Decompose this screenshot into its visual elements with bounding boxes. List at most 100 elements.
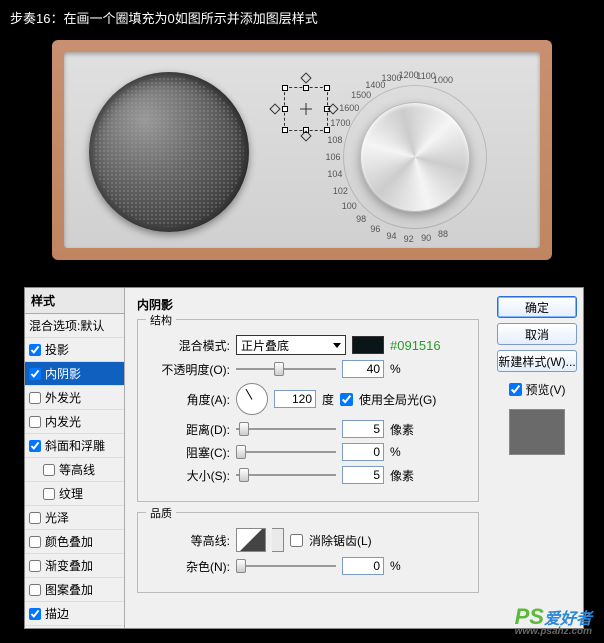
style-checkbox[interactable]	[29, 440, 41, 452]
contour-picker[interactable]	[236, 528, 266, 552]
angle-input[interactable]	[274, 390, 316, 408]
dial-number: 90	[421, 233, 431, 243]
style-item-内发光[interactable]: 内发光	[25, 410, 124, 434]
style-checkbox[interactable]	[43, 488, 55, 500]
distance-label: 距离(D):	[150, 421, 230, 438]
style-item-颜色叠加[interactable]: 颜色叠加	[25, 530, 124, 554]
global-light-checkbox[interactable]	[340, 393, 353, 406]
chevron-down-icon	[333, 343, 341, 348]
quality-legend: 品质	[146, 505, 176, 521]
center-point-icon[interactable]	[300, 103, 312, 115]
contour-dropdown[interactable]	[272, 528, 284, 552]
shadow-color-swatch[interactable]	[352, 336, 384, 354]
settings-panel: 内阴影 结构 混合模式: 正片叠底 #091516 不透明度(O): % 角度(…	[125, 288, 491, 628]
style-label: 渐变叠加	[45, 557, 93, 574]
style-checkbox[interactable]	[29, 608, 41, 620]
handle-tl[interactable]	[282, 85, 288, 91]
angle-dial[interactable]	[236, 383, 268, 415]
dial-number: 94	[386, 231, 396, 241]
dial-number: 108	[327, 135, 342, 145]
percent-unit3: %	[390, 559, 401, 573]
px-unit2: 像素	[390, 467, 414, 484]
contour-label: 等高线:	[150, 532, 230, 549]
panel-title: 内阴影	[137, 296, 479, 313]
blend-options-row[interactable]: 混合选项:默认	[25, 314, 124, 338]
style-label: 斜面和浮雕	[45, 437, 105, 454]
style-checkbox[interactable]	[29, 512, 41, 524]
size-input[interactable]	[342, 466, 384, 484]
radio-panel: 8890929496981001021041061081700160015001…	[64, 52, 540, 248]
style-item-图案叠加[interactable]: 图案叠加	[25, 578, 124, 602]
preview-checkbox[interactable]	[509, 383, 522, 396]
style-checkbox[interactable]	[29, 536, 41, 548]
dial-number: 1600	[339, 103, 359, 113]
new-style-button[interactable]: 新建样式(W)...	[497, 350, 577, 372]
dial-number: 106	[325, 152, 340, 162]
handle-tm[interactable]	[303, 85, 309, 91]
dial-number: 1700	[330, 118, 350, 128]
dial-number: 1500	[351, 90, 371, 100]
style-item-投影[interactable]: 投影	[25, 338, 124, 362]
handle-ml[interactable]	[282, 106, 288, 112]
global-light-label: 使用全局光(G)	[359, 391, 436, 408]
style-item-内阴影[interactable]: 内阴影	[25, 362, 124, 386]
percent-unit2: %	[390, 445, 401, 459]
angle-label: 角度(A):	[150, 391, 230, 408]
style-checkbox[interactable]	[29, 392, 41, 404]
style-label: 纹理	[59, 485, 83, 502]
antialias-label: 消除锯齿(L)	[309, 532, 372, 549]
style-checkbox[interactable]	[29, 560, 41, 572]
blend-mode-value: 正片叠底	[241, 337, 289, 354]
blend-mode-label: 混合模式:	[150, 337, 230, 354]
style-item-斜面和浮雕[interactable]: 斜面和浮雕	[25, 434, 124, 458]
size-label: 大小(S):	[150, 467, 230, 484]
noise-label: 杂色(N):	[150, 558, 230, 575]
style-item-描边[interactable]: 描边	[25, 602, 124, 626]
layer-style-dialog: 样式 混合选项:默认 投影内阴影外发光内发光斜面和浮雕等高线纹理光泽颜色叠加渐变…	[24, 287, 584, 629]
noise-input[interactable]	[342, 557, 384, 575]
cancel-button[interactable]: 取消	[497, 323, 577, 345]
blend-mode-select[interactable]: 正片叠底	[236, 335, 346, 355]
styles-list: 样式 混合选项:默认 投影内阴影外发光内发光斜面和浮雕等高线纹理光泽颜色叠加渐变…	[25, 288, 125, 628]
style-item-纹理[interactable]: 纹理	[25, 482, 124, 506]
speaker-grille	[89, 72, 249, 232]
watermark: PS爱好者 www.psahz.com	[515, 604, 592, 637]
opacity-slider[interactable]	[236, 360, 336, 378]
style-item-等高线[interactable]: 等高线	[25, 458, 124, 482]
style-checkbox[interactable]	[29, 584, 41, 596]
anchor-top	[300, 72, 311, 83]
size-slider[interactable]	[236, 466, 336, 484]
style-item-渐变叠加[interactable]: 渐变叠加	[25, 554, 124, 578]
opacity-input[interactable]	[342, 360, 384, 378]
handle-bl[interactable]	[282, 127, 288, 133]
distance-input[interactable]	[342, 420, 384, 438]
antialias-checkbox[interactable]	[290, 534, 303, 547]
style-checkbox[interactable]	[43, 464, 55, 476]
tuning-dial: 8890929496981001021041061081700160015001…	[315, 62, 515, 242]
style-item-光泽[interactable]: 光泽	[25, 506, 124, 530]
choke-slider[interactable]	[236, 443, 336, 461]
style-checkbox[interactable]	[29, 416, 41, 428]
style-item-外发光[interactable]: 外发光	[25, 386, 124, 410]
dial-number: 100	[342, 201, 357, 211]
opacity-label: 不透明度(O):	[150, 361, 230, 378]
ok-button[interactable]: 确定	[497, 296, 577, 318]
noise-slider[interactable]	[236, 557, 336, 575]
style-label: 光泽	[45, 509, 69, 526]
style-label: 图案叠加	[45, 581, 93, 598]
style-label: 等高线	[59, 461, 95, 478]
dial-number: 98	[356, 214, 366, 224]
dial-number: 1000	[433, 75, 453, 85]
knob	[360, 102, 470, 212]
radio-mockup: 8890929496981001021041061081700160015001…	[52, 40, 552, 260]
style-checkbox[interactable]	[29, 344, 41, 356]
dial-number: 102	[333, 186, 348, 196]
dial-number: 88	[438, 229, 448, 239]
distance-slider[interactable]	[236, 420, 336, 438]
style-label: 投影	[45, 341, 69, 358]
style-checkbox[interactable]	[29, 368, 41, 380]
step-caption: 步奏16：在画一个圈填充为0如图所示并添加图层样式	[0, 0, 604, 35]
structure-group: 结构 混合模式: 正片叠底 #091516 不透明度(O): % 角度(A):	[137, 319, 479, 502]
dialog-buttons: 确定 取消 新建样式(W)... 预览(V)	[491, 288, 583, 628]
choke-input[interactable]	[342, 443, 384, 461]
